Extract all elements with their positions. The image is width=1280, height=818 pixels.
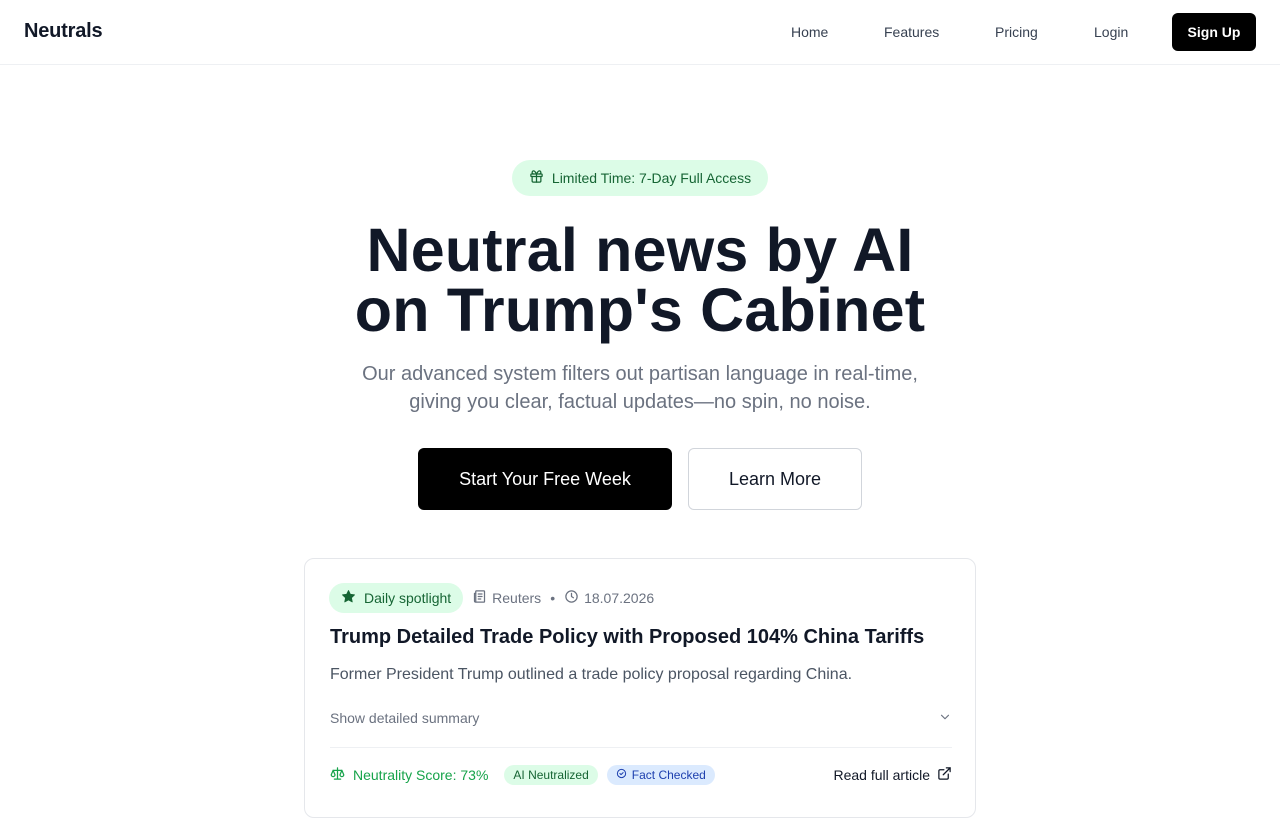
promo-text: Limited Time: 7-Day Full Access <box>551 170 752 186</box>
detailed-summary-toggle[interactable]: Show detailed summary <box>330 707 952 729</box>
ai-neutralized-tag: AI Neutralized <box>504 765 598 785</box>
article-footer: Neutrality Score: 73% AI Neutralized Fac… <box>330 764 952 786</box>
nav-link-login[interactable]: Login <box>1094 24 1128 40</box>
summary-toggle-label: Show detailed summary <box>330 710 480 726</box>
subhead-line-2: giving you clear, factual updates—no spi… <box>409 391 871 413</box>
star-icon <box>341 589 356 607</box>
badge-label: Daily spotlight <box>364 590 452 606</box>
top-nav: Neutrals Home Features Pricing Login Sig… <box>0 0 1280 65</box>
headline-line-2: on Trump's Cabinet <box>354 276 926 344</box>
gift-icon <box>529 169 544 187</box>
read-full-article-link[interactable]: Read full article <box>834 766 953 784</box>
article-title[interactable]: Trump Detailed Trade Policy with Propose… <box>330 626 924 649</box>
nav-link-features[interactable]: Features <box>884 24 939 40</box>
start-free-week-button[interactable]: Start Your Free Week <box>418 448 672 510</box>
chevron-down-icon <box>938 710 952 727</box>
scale-icon <box>330 766 345 784</box>
read-more-label: Read full article <box>833 767 931 783</box>
signup-button[interactable]: Sign Up <box>1172 13 1256 51</box>
learn-more-button[interactable]: Learn More <box>688 448 862 510</box>
article-meta: Daily spotlight Reuters • 18.07.2026 <box>329 583 654 613</box>
source-name: Reuters <box>492 590 542 606</box>
daily-spotlight-badge: Daily spotlight <box>329 583 464 613</box>
neutrality-score: Neutrality Score: 73% <box>330 766 488 784</box>
article-description: Former President Trump outlined a trade … <box>330 666 853 683</box>
article-date: 18.07.2026 <box>564 589 654 607</box>
article-source: Reuters <box>472 589 541 607</box>
nav-link-pricing[interactable]: Pricing <box>995 24 1038 40</box>
card-divider <box>330 747 952 748</box>
spotlight-article-card: Daily spotlight Reuters • 18.07.2026 Tru… <box>304 558 976 818</box>
subhead-line-1: Our advanced system filters out partisan… <box>362 363 918 385</box>
newspaper-icon <box>472 589 487 607</box>
headline-line-1: Neutral news by AI <box>366 216 914 284</box>
hero-subhead: Our advanced system filters out partisan… <box>340 360 940 416</box>
clock-icon <box>564 589 579 607</box>
fact-checked-tag: Fact Checked <box>606 765 715 785</box>
nav-link-home[interactable]: Home <box>791 24 828 40</box>
neutrality-score-text: Neutrality Score: 73% <box>353 767 489 783</box>
fact-checked-label: Fact Checked <box>631 768 706 782</box>
check-circle-icon <box>616 768 627 782</box>
external-link-icon <box>937 766 952 784</box>
meta-separator: • <box>550 590 556 606</box>
promo-badge: Limited Time: 7-Day Full Access <box>512 160 768 196</box>
hero-headline: Neutral news by AI on Trump's Cabinet <box>0 216 1280 344</box>
date-text: 18.07.2026 <box>584 590 655 606</box>
nav-links: Home Features Pricing Login <box>0 0 1280 64</box>
